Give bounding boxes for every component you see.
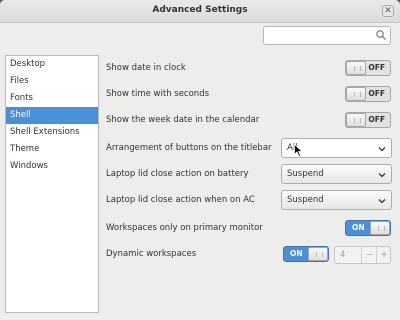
week-date-label: Show the week date in the calendar xyxy=(106,115,260,125)
dropdown-value: Suspend xyxy=(287,169,324,179)
lid-ac-dropdown[interactable]: Suspend xyxy=(281,190,392,210)
dynamic-workspaces-label: Dynamic workspaces xyxy=(106,249,197,259)
switch-knob xyxy=(346,87,366,101)
search-icon xyxy=(375,29,387,41)
setting-row-dynamic-workspaces: Dynamic workspaces ON 4 − + xyxy=(106,244,394,264)
dynamic-workspaces-switch[interactable]: ON xyxy=(283,246,329,262)
setting-row-show-seconds: Show time with seconds OFF xyxy=(106,84,394,104)
switch-knob xyxy=(370,221,390,235)
switch-knob xyxy=(346,61,366,75)
setting-row-lid-ac: Laptop lid close action when on AC Suspe… xyxy=(106,190,394,210)
lid-battery-label: Laptop lid close action on battery xyxy=(106,169,249,179)
sidebar-item-files[interactable]: Files xyxy=(6,73,98,90)
sidebar-item-theme[interactable]: Theme xyxy=(6,141,98,158)
switch-knob xyxy=(346,113,366,127)
switch-state: OFF xyxy=(368,63,385,72)
show-seconds-switch[interactable]: OFF xyxy=(345,86,391,102)
workspaces-primary-label: Workspaces only on primary monitor xyxy=(106,223,263,233)
show-date-switch[interactable]: OFF xyxy=(345,60,391,76)
switch-knob xyxy=(308,247,328,261)
switch-state: OFF xyxy=(368,89,385,98)
titlebar-buttons-label: Arrangement of buttons on the titlebar xyxy=(106,143,272,153)
increment-button[interactable]: + xyxy=(376,247,391,263)
switch-state: OFF xyxy=(368,115,385,124)
lid-battery-dropdown[interactable]: Suspend xyxy=(281,164,392,184)
toolbar xyxy=(0,23,400,48)
workspace-count-value: 4 xyxy=(340,250,346,260)
chevron-down-icon xyxy=(378,199,386,204)
window-title: Advanced Settings xyxy=(152,5,248,15)
category-sidebar: Desktop Files Fonts Shell Shell Extensio… xyxy=(5,55,99,313)
sidebar-item-fonts[interactable]: Fonts xyxy=(6,90,98,107)
workspace-count-spinner[interactable]: 4 − + xyxy=(334,246,391,264)
dropdown-value: Suspend xyxy=(287,195,324,205)
search-field[interactable] xyxy=(263,26,391,45)
workspaces-primary-switch[interactable]: ON xyxy=(345,220,391,236)
show-date-label: Show date in clock xyxy=(106,63,186,73)
switch-state: ON xyxy=(352,223,365,232)
sidebar-item-shell-extensions[interactable]: Shell Extensions xyxy=(6,124,98,141)
mouse-pointer-icon xyxy=(294,144,303,157)
title-bar[interactable]: Advanced Settings ✕ xyxy=(0,0,400,23)
setting-row-titlebar-buttons: Arrangement of buttons on the titlebar A… xyxy=(106,138,394,158)
search-input[interactable] xyxy=(267,28,376,44)
close-button[interactable]: ✕ xyxy=(382,5,394,17)
decrement-button[interactable]: − xyxy=(361,247,377,263)
chevron-down-icon xyxy=(378,147,386,152)
switch-state: ON xyxy=(290,249,303,258)
show-seconds-label: Show time with seconds xyxy=(106,89,210,99)
chevron-down-icon xyxy=(378,173,386,178)
setting-row-lid-battery: Laptop lid close action on battery Suspe… xyxy=(106,164,394,184)
setting-row-week-date: Show the week date in the calendar OFF xyxy=(106,110,394,130)
lid-ac-label: Laptop lid close action when on AC xyxy=(106,195,255,205)
week-date-switch[interactable]: OFF xyxy=(345,112,391,128)
sidebar-item-windows[interactable]: Windows xyxy=(6,158,98,175)
setting-row-workspaces-primary: Workspaces only on primary monitor ON xyxy=(106,218,394,238)
sidebar-item-desktop[interactable]: Desktop xyxy=(6,56,98,73)
setting-row-show-date: Show date in clock OFF xyxy=(106,58,394,78)
sidebar-item-shell[interactable]: Shell xyxy=(6,107,98,124)
advanced-settings-window: Advanced Settings ✕ Desktop Files Fonts … xyxy=(0,0,400,320)
